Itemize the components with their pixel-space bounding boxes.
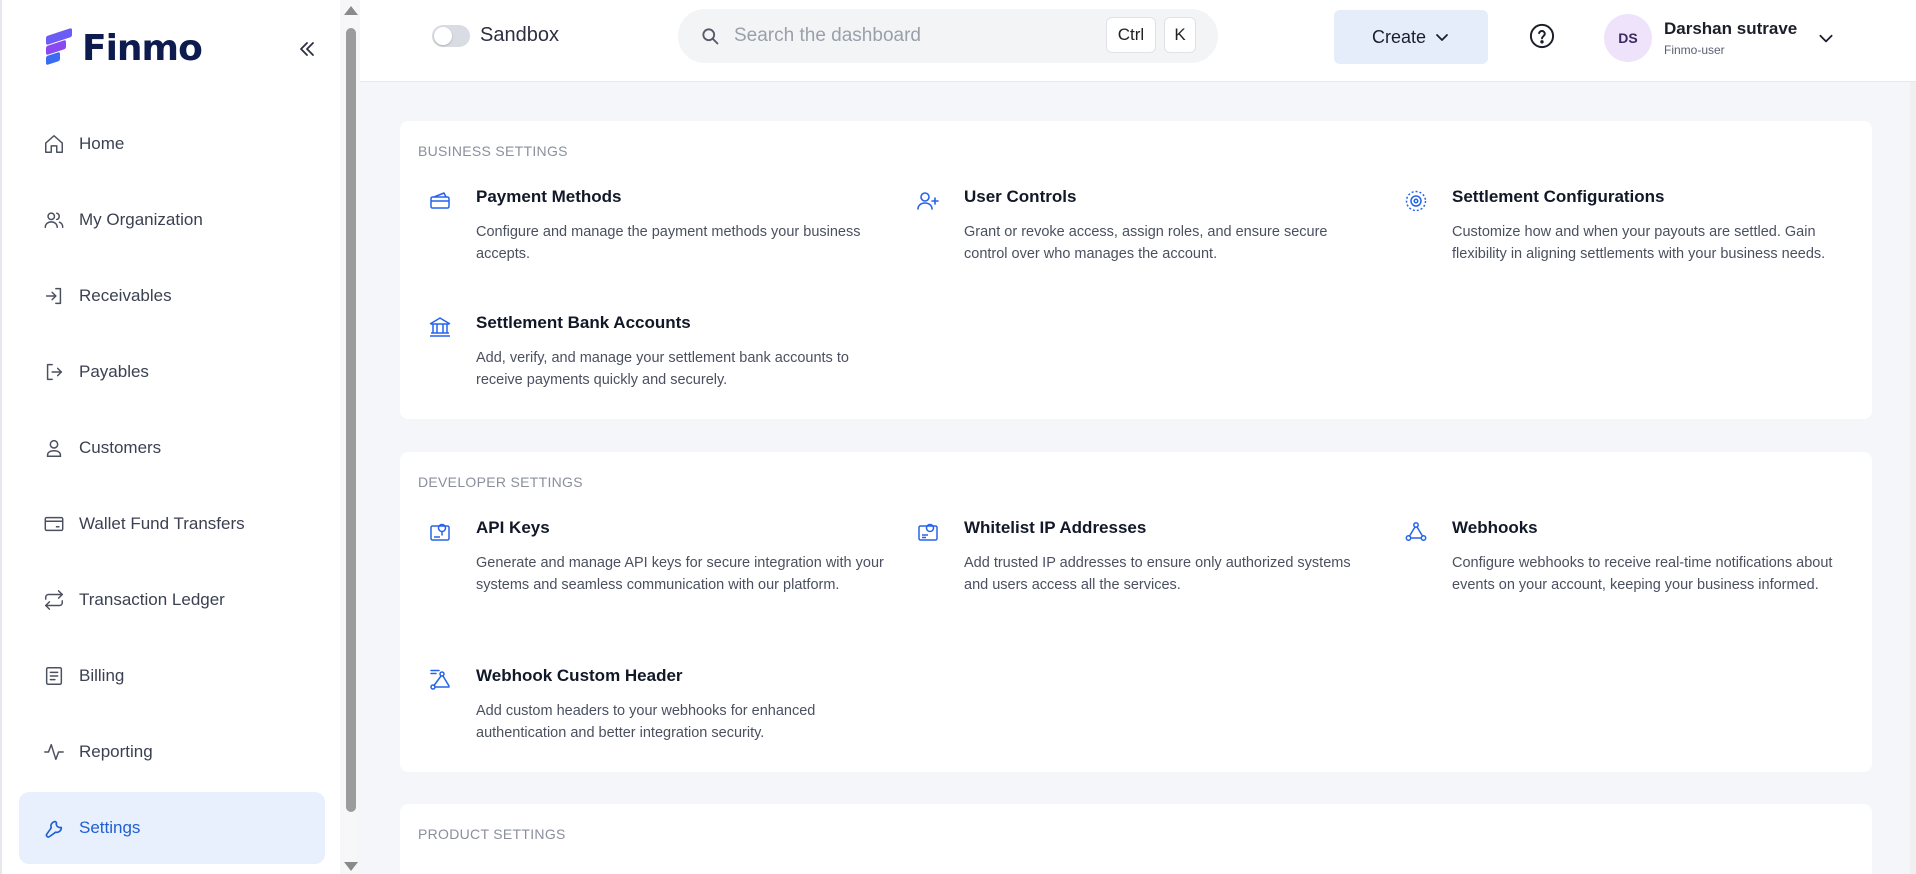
user-info: Darshan sutrave Finmo-user (1664, 19, 1797, 57)
settings-item-title: Settlement Bank Accounts (476, 313, 691, 332)
sidebar-item-label: Reporting (79, 742, 153, 761)
webhook-icon (1405, 522, 1427, 541)
search-input[interactable] (734, 25, 1114, 47)
settings-item-title: Settlement Configurations (1452, 187, 1665, 206)
arrow-in-icon (45, 287, 62, 305)
chevron-down-icon (1819, 34, 1833, 43)
search-bar: Ctrl K (678, 9, 1218, 63)
settings-item-description: Grant or revoke access, assign roles, an… (964, 224, 1328, 262)
sidebar-item-reporting[interactable]: Reporting (19, 716, 325, 788)
section-title: PRODUCT SETTINGS (418, 826, 566, 842)
brand-logo[interactable]: Finmo (46, 26, 203, 70)
user-role: Finmo-user (1664, 43, 1725, 57)
home-icon (45, 135, 63, 153)
sidebar-item-label: Transaction Ledger (79, 590, 225, 609)
sidebar-item-receivables[interactable]: Receivables (19, 260, 325, 332)
settings-item-title: Webhooks (1452, 518, 1538, 537)
user-plus-icon (917, 192, 939, 210)
key-card-icon (430, 523, 450, 541)
collapse-sidebar-button[interactable] (292, 34, 322, 64)
settings-item-description: Configure webhooks to receive real-time … (1452, 555, 1833, 593)
sidebar-item-settings[interactable]: Settings (19, 792, 325, 864)
sidebar-item-my-organization[interactable]: My Organization (19, 184, 325, 256)
sidebar: Finmo Home My Organization Receivables P… (0, 0, 340, 874)
section-title: DEVELOPER SETTINGS (418, 474, 583, 490)
create-button[interactable]: Create (1334, 10, 1488, 64)
main-scrollbar[interactable] (1910, 82, 1916, 874)
settings-item-description: Add, verify, and manage your settlement … (476, 350, 849, 388)
double-chevron-left-icon (300, 42, 314, 56)
webhook-header-icon (430, 669, 450, 690)
sidebar-item-billing[interactable]: Billing (19, 640, 325, 712)
section-title: BUSINESS SETTINGS (418, 143, 568, 159)
sidebar-item-transaction-ledger[interactable]: Transaction Ledger (19, 564, 325, 636)
sidebar-nav: Home My Organization Receivables Payable… (19, 108, 325, 868)
card-icon (430, 192, 450, 209)
avatar: DS (1604, 14, 1652, 62)
help-button[interactable] (1528, 22, 1556, 50)
receipt-icon (45, 667, 63, 685)
user-icon (46, 439, 62, 457)
help-circle-icon (1529, 23, 1555, 49)
arrow-out-icon (46, 363, 63, 381)
sidebar-item-label: Payables (79, 362, 149, 381)
sandbox-toggle[interactable] (432, 24, 470, 47)
chevron-down-icon (1436, 34, 1448, 41)
developer-settings-card: DEVELOPER SETTINGS API Keys Generate and… (400, 452, 1872, 772)
scroll-up-arrow-icon[interactable] (344, 6, 358, 15)
shortcut-k-key: K (1164, 17, 1196, 53)
sandbox-toggle-group: Sandbox (432, 24, 559, 47)
activity-icon (44, 743, 64, 761)
settings-item-title: API Keys (476, 518, 550, 537)
user-name: Darshan sutrave (1664, 19, 1798, 38)
product-settings-card: PRODUCT SETTINGS (400, 804, 1872, 874)
sidebar-item-payables[interactable]: Payables (19, 336, 325, 408)
sidebar-scrollbar[interactable] (344, 0, 358, 874)
sidebar-item-wallet-fund-transfers[interactable]: Wallet Fund Transfers (19, 488, 325, 560)
sidebar-item-label: Billing (79, 666, 125, 685)
ip-card-icon (918, 523, 938, 541)
business-settings-card: BUSINESS SETTINGS Payment Methods Config… (400, 121, 1872, 419)
sidebar-item-label: Home (79, 134, 125, 153)
scroll-down-arrow-icon[interactable] (344, 862, 358, 871)
settings-item-description: Configure and manage the payment methods… (476, 224, 861, 262)
sandbox-label: Sandbox (480, 24, 559, 46)
sidebar-scrollbar-thumb[interactable] (346, 28, 356, 812)
finmo-logo-icon (46, 27, 74, 66)
settings-item-description: Add trusted IP addresses to ensure only … (964, 555, 1351, 593)
settings-item-title: Webhook Custom Header (476, 666, 683, 685)
wallet-icon (44, 516, 64, 532)
settings-item-title: Whitelist IP Addresses (964, 518, 1147, 537)
search-icon (702, 28, 719, 45)
sidebar-item-home[interactable]: Home (19, 108, 325, 180)
settings-item-title: Payment Methods (476, 187, 622, 206)
user-menu[interactable]: DS Darshan sutrave Finmo-user (1604, 14, 1835, 62)
settings-item-description: Customize how and when your payouts are … (1452, 224, 1826, 262)
wrench-icon (45, 820, 63, 838)
bank-icon (429, 317, 451, 337)
users-icon (44, 212, 64, 229)
settings-item-description: Generate and manage API keys for secure … (476, 555, 884, 593)
brand-name: Finmo (82, 27, 203, 69)
settings-item-title: User Controls (964, 187, 1077, 206)
top-bar: Sandbox Ctrl K Create DS Darshan sutrave… (360, 0, 1916, 82)
settings-item-description: Add custom headers to your webhooks for … (476, 703, 816, 741)
gear-icon (1405, 190, 1427, 212)
repeat-icon (45, 590, 63, 610)
sidebar-item-label: Receivables (79, 286, 172, 305)
sidebar-item-label: Customers (79, 438, 162, 457)
shortcut-ctrl-key: Ctrl (1106, 17, 1156, 53)
sidebar-item-customers[interactable]: Customers (19, 412, 325, 484)
sidebar-item-label: Wallet Fund Transfers (79, 514, 245, 533)
sidebar-item-label: Settings (79, 818, 141, 837)
sidebar-item-label: My Organization (79, 210, 203, 229)
create-button-label: Create (1371, 26, 1427, 47)
